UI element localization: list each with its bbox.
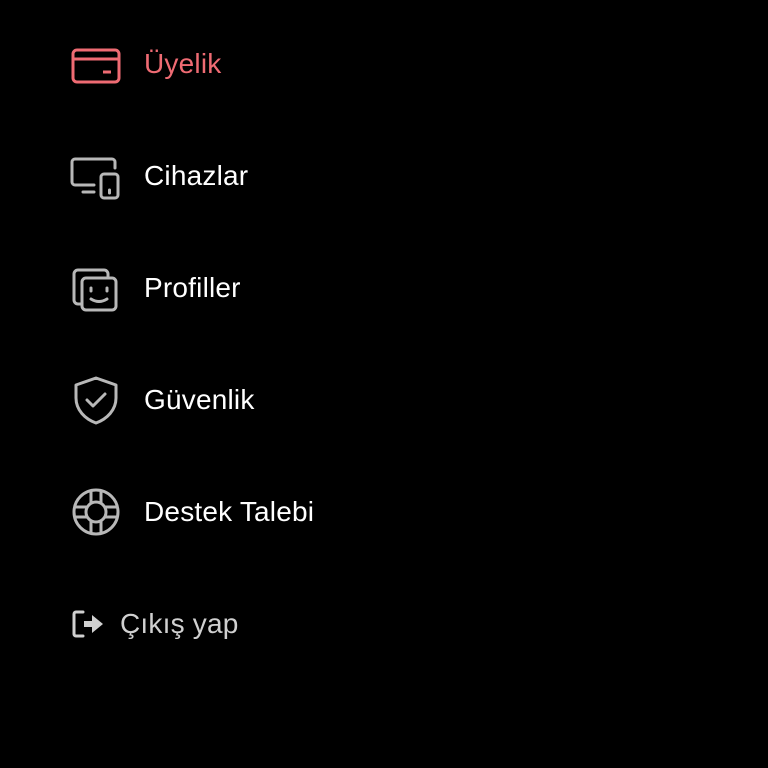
logout-label: Çıkış yap [120, 608, 239, 639]
devices-icon [70, 150, 122, 202]
menu-item-label: Güvenlik [144, 384, 255, 415]
menu-item-devices[interactable]: Cihazlar [70, 148, 248, 204]
menu-item-label: Profiller [144, 272, 241, 303]
profiles-icon [70, 262, 122, 314]
lifebuoy-icon [70, 486, 122, 538]
sign-out-icon [70, 606, 106, 642]
menu-item-support[interactable]: Destek Talebi [70, 484, 314, 540]
menu-item-profiles[interactable]: Profiller [70, 260, 241, 316]
menu-item-security[interactable]: Güvenlik [70, 372, 255, 428]
menu-item-label: Destek Talebi [144, 496, 315, 527]
menu-item-label: Cihazlar [144, 160, 249, 191]
menu-item-label: Üyelik [144, 48, 222, 79]
menu-item-membership[interactable]: Üyelik [70, 36, 221, 92]
credit-card-icon [70, 38, 122, 90]
shield-check-icon [70, 374, 122, 426]
account-menu: Üyelik Cihazlar Profiller Güvenlik Deste… [0, 0, 768, 768]
logout-button[interactable]: Çıkış yap [70, 596, 239, 652]
